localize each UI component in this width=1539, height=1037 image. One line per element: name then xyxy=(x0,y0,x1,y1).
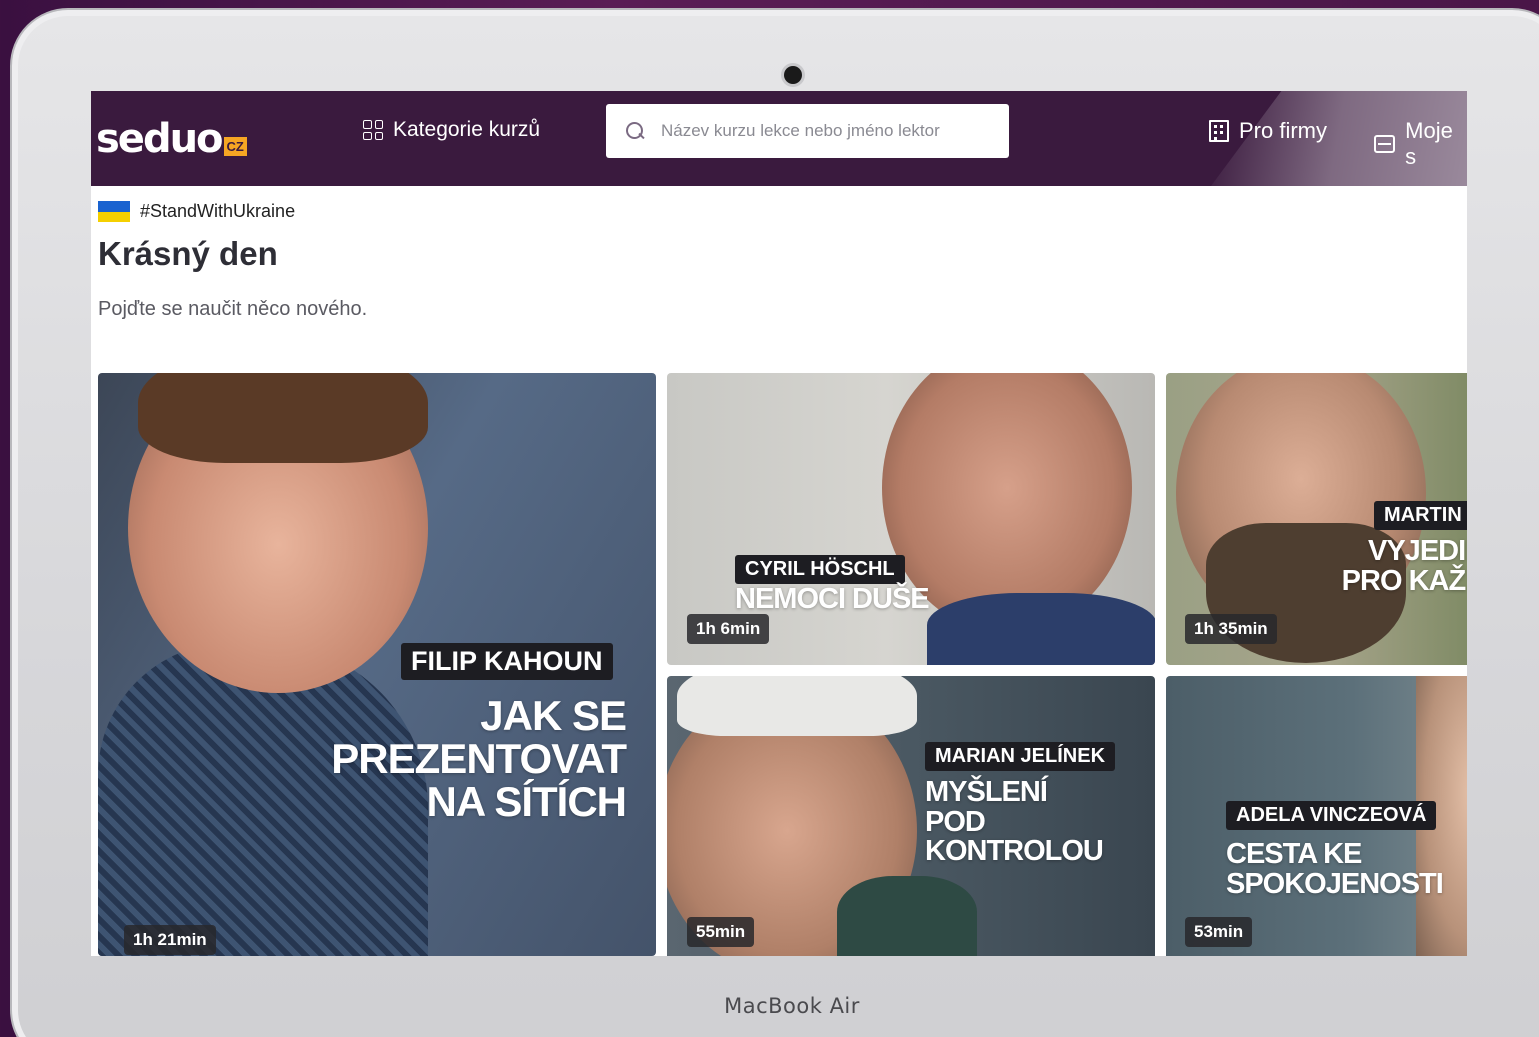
duration-badge: 1h 21min xyxy=(124,925,216,955)
lector-hair xyxy=(138,373,428,463)
hashtag-text: #StandWithUkraine xyxy=(140,201,296,221)
ukraine-banner: #StandWithUkraine xyxy=(98,201,295,222)
search-input[interactable] xyxy=(661,121,981,141)
lector-tag: ADELA VINCZEOVÁ xyxy=(1226,801,1437,830)
duration-badge: 1h 6min xyxy=(687,614,770,644)
building-icon xyxy=(1209,120,1229,142)
logo-text: seduo xyxy=(96,116,224,162)
course-card[interactable]: MARIAN JELÍNEK MYŠLENÍ POD KONTROLOU 55m… xyxy=(667,676,1155,956)
my-courses-link[interactable]: Moje s xyxy=(1374,118,1467,170)
course-title-line: POD xyxy=(925,805,986,838)
inbox-icon xyxy=(1374,135,1396,153)
page-subtitle: Pojďte se naučit něco nového. xyxy=(98,298,368,320)
course-categories-button[interactable]: Kategorie kurzů xyxy=(363,118,540,142)
lector-jacket xyxy=(927,593,1155,665)
lector-tag: MARIAN JELÍNEK xyxy=(925,742,1116,771)
ukraine-flag-icon xyxy=(98,201,130,222)
search-icon xyxy=(626,121,645,141)
page-title: Krásný den xyxy=(98,235,278,272)
course-title-line: KONTROLOU xyxy=(925,835,1104,868)
device-label: MacBook Air xyxy=(724,994,860,1018)
course-title-line: SPOKOJENOSTI xyxy=(1226,867,1444,900)
lector-tag: CYRIL HÖSCHL xyxy=(735,555,905,584)
course-title: MYŠLENÍ POD KONTROLOU xyxy=(925,776,1104,868)
course-card[interactable]: ADELA VINCZEOVÁ CESTA KE SPOKOJENOSTI 53… xyxy=(1166,676,1467,956)
course-card[interactable]: MARTIN VYJEDI PRO KAŽ 1h 35min xyxy=(1166,373,1467,665)
top-navigation-bar: seduo CZ Kategorie kurzů Pro firmy Moje … xyxy=(91,91,1467,186)
search-box xyxy=(606,104,1009,158)
course-title: NEMOCI DUŠE xyxy=(735,583,930,615)
for-business-link[interactable]: Pro firmy xyxy=(1209,118,1327,144)
lector-tag: FILIP KAHOUN xyxy=(401,643,613,680)
camera-icon xyxy=(784,66,802,84)
duration-badge: 1h 35min xyxy=(1185,614,1277,644)
course-title-line: NEMOCI DUŠE xyxy=(735,583,930,615)
browser-screen: seduo CZ Kategorie kurzů Pro firmy Moje … xyxy=(91,91,1467,956)
course-title-line: PREZENTOVAT xyxy=(331,734,627,782)
logo-badge: CZ xyxy=(223,137,247,156)
course-card[interactable]: CYRIL HÖSCHL NEMOCI DUŠE 1h 6min xyxy=(667,373,1155,665)
course-title: CESTA KE SPOKOJENOSTI xyxy=(1226,838,1444,900)
course-title: VYJEDI PRO KAŽ xyxy=(1340,535,1467,597)
course-title-line: PRO KAŽ xyxy=(1341,564,1467,597)
duration-badge: 55min xyxy=(687,917,755,947)
lector-jacket xyxy=(837,876,977,956)
my-courses-label: Moje s xyxy=(1405,118,1453,169)
seduo-logo[interactable]: seduo CZ xyxy=(96,111,247,159)
course-categories-label: Kategorie kurzů xyxy=(393,118,541,141)
course-title-line: NA SÍTÍCH xyxy=(426,777,627,825)
duration-badge: 53min xyxy=(1185,917,1253,947)
course-title: JAK SE PREZENTOVAT NA SÍTÍCH xyxy=(331,692,627,825)
course-title-line: CESTA KE xyxy=(1226,838,1362,870)
course-card[interactable]: FILIP KAHOUN JAK SE PREZENTOVAT NA SÍTÍC… xyxy=(98,373,656,956)
for-business-label: Pro firmy xyxy=(1239,118,1327,143)
course-title-line: VYJEDI xyxy=(1368,535,1466,567)
grid-icon xyxy=(363,120,383,140)
lector-hair xyxy=(677,676,917,736)
course-title-line: JAK SE xyxy=(480,692,627,739)
course-title-line: MYŠLENÍ xyxy=(925,776,1048,808)
lector-tag: MARTIN xyxy=(1374,501,1467,530)
